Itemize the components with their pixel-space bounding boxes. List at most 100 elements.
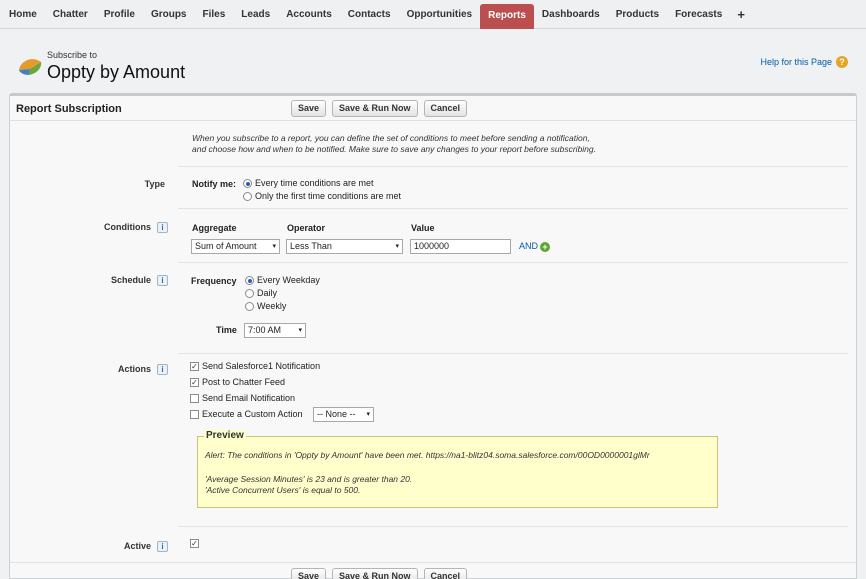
tab-bar: Home Chatter Profile Groups Files Leads … xyxy=(0,0,866,29)
intro-text: When you subscribe to a report, you can … xyxy=(192,133,672,155)
tab-profile[interactable]: Profile xyxy=(96,0,143,28)
tab-forecasts[interactable]: Forecasts xyxy=(667,0,730,28)
tab-files[interactable]: Files xyxy=(195,0,234,28)
preview-box: Preview Alert: The conditions in 'Oppty … xyxy=(197,430,718,508)
and-link[interactable]: AND xyxy=(519,241,538,251)
preview-title: Preview xyxy=(204,430,246,441)
schedule-info-icon[interactable]: i xyxy=(157,275,168,287)
actions-info-icon[interactable]: i xyxy=(157,364,168,376)
active-info-icon[interactable]: i xyxy=(157,541,168,553)
save-button[interactable]: Save xyxy=(291,100,327,117)
tab-dashboards[interactable]: Dashboards xyxy=(534,0,608,28)
aggregate-select-value: Sum of Amount xyxy=(195,241,257,251)
divider xyxy=(178,208,848,209)
and-link-group[interactable]: AND + xyxy=(519,241,551,252)
type-label: Type xyxy=(144,179,165,189)
frequency-option-label: Weekly xyxy=(257,301,287,311)
divider xyxy=(178,526,848,527)
active-label: Active xyxy=(123,541,151,551)
intro-line-1: When you subscribe to a report, you can … xyxy=(192,133,590,143)
divider xyxy=(178,166,848,167)
checkbox-chatter[interactable]: ✓ xyxy=(190,378,199,388)
type-option-every-time[interactable]: Every time conditions are met xyxy=(243,178,374,189)
report-subscription-panel: Report Subscription Save Save & Run Now … xyxy=(9,93,857,579)
action-label: Post to Chatter Feed xyxy=(202,377,286,387)
chevron-down-icon: ▾ xyxy=(272,243,276,250)
radio-first-time[interactable] xyxy=(243,192,252,202)
aggregate-select[interactable]: Sum of Amount ▾ xyxy=(191,239,280,254)
tab-products[interactable]: Products xyxy=(608,0,667,28)
save-button[interactable]: Save xyxy=(291,568,327,579)
time-label: Time xyxy=(216,325,237,335)
tab-chatter[interactable]: Chatter xyxy=(45,0,96,28)
type-option-label: Every time conditions are met xyxy=(255,178,374,188)
custom-action-select-value: -- None -- xyxy=(317,409,356,419)
help-link[interactable]: Help for this Page ? xyxy=(760,56,848,68)
radio-daily[interactable] xyxy=(245,289,254,299)
tab-contacts[interactable]: Contacts xyxy=(340,0,399,28)
actions-label-group: Actions i xyxy=(50,364,168,376)
operator-select[interactable]: Less Than ▾ xyxy=(286,239,403,254)
add-condition-icon[interactable]: + xyxy=(540,241,551,252)
checkbox-custom-action[interactable] xyxy=(190,410,199,420)
action-salesforce1[interactable]: ✓ Send Salesforce1 Notification xyxy=(190,361,320,372)
radio-weekly[interactable] xyxy=(245,302,254,312)
save-run-now-button[interactable]: Save & Run Now xyxy=(332,568,418,579)
action-chatter[interactable]: ✓ Post to Chatter Feed xyxy=(190,377,286,388)
time-select-value: 7:00 AM xyxy=(248,325,282,335)
checkbox-email[interactable] xyxy=(190,394,199,404)
panel-header: Report Subscription Save Save & Run Now … xyxy=(10,96,856,121)
action-email[interactable]: Send Email Notification xyxy=(190,393,296,404)
radio-every-weekday[interactable] xyxy=(245,276,254,286)
value-header: Value xyxy=(411,223,435,233)
divider xyxy=(10,562,856,563)
active-checkbox-row[interactable]: ✓ xyxy=(190,538,202,549)
time-select[interactable]: 7:00 AM ▾ xyxy=(244,323,306,338)
action-label: Send Email Notification xyxy=(202,393,296,403)
page-header: Subscribe to Oppty by Amount Help for th… xyxy=(9,36,857,88)
help-icon[interactable]: ? xyxy=(836,56,848,68)
type-option-first-time[interactable]: Only the first time conditions are met xyxy=(243,191,402,202)
radio-every-time[interactable] xyxy=(243,179,252,189)
frequency-label: Frequency xyxy=(191,276,237,286)
intro-line-2: and choose how and when to be notified. … xyxy=(192,144,596,154)
frequency-option-daily[interactable]: Daily xyxy=(245,288,278,299)
frequency-option-weekly[interactable]: Weekly xyxy=(245,301,287,312)
frequency-option-label: Every Weekday xyxy=(257,275,320,285)
tab-home[interactable]: Home xyxy=(1,0,45,28)
tab-opportunities[interactable]: Opportunities xyxy=(399,0,481,28)
conditions-info-icon[interactable]: i xyxy=(157,222,168,234)
bottom-button-group: Save Save & Run Now Cancel xyxy=(291,568,468,579)
conditions-label: Conditions xyxy=(104,222,151,232)
tab-add-icon[interactable]: + xyxy=(730,0,752,28)
help-link-label[interactable]: Help for this Page xyxy=(760,57,832,67)
cancel-button[interactable]: Cancel xyxy=(423,100,468,117)
operator-header: Operator xyxy=(287,223,326,233)
tab-accounts[interactable]: Accounts xyxy=(278,0,340,28)
panel-title: Report Subscription xyxy=(16,103,122,115)
frequency-option-weekday[interactable]: Every Weekday xyxy=(245,275,320,286)
value-input[interactable]: 1000000 xyxy=(410,239,511,254)
chevron-down-icon: ▾ xyxy=(366,411,370,418)
page-title: Oppty by Amount xyxy=(47,62,186,82)
checkbox-active[interactable]: ✓ xyxy=(190,539,199,549)
tab-groups[interactable]: Groups xyxy=(143,0,195,28)
operator-select-value: Less Than xyxy=(290,241,332,251)
schedule-label: Schedule xyxy=(110,275,151,285)
type-option-label: Only the first time conditions are met xyxy=(255,191,402,201)
chevron-down-icon: ▾ xyxy=(298,327,302,334)
custom-action-select[interactable]: -- None -- ▾ xyxy=(313,407,374,422)
frequency-option-label: Daily xyxy=(257,288,278,298)
tab-reports[interactable]: Reports xyxy=(480,4,534,29)
cancel-button[interactable]: Cancel xyxy=(423,568,468,579)
aggregate-header: Aggregate xyxy=(192,223,237,233)
schedule-label-group: Schedule i xyxy=(50,275,168,287)
divider xyxy=(178,262,848,263)
action-custom[interactable]: Execute a Custom Action xyxy=(190,409,303,420)
action-label: Execute a Custom Action xyxy=(202,409,303,419)
tab-leads[interactable]: Leads xyxy=(233,0,278,28)
checkbox-salesforce1[interactable]: ✓ xyxy=(190,362,199,372)
preview-line-1: Alert: The conditions in 'Oppty by Amoun… xyxy=(205,450,650,460)
active-label-group: Active i xyxy=(50,541,168,553)
save-run-now-button[interactable]: Save & Run Now xyxy=(332,100,418,117)
